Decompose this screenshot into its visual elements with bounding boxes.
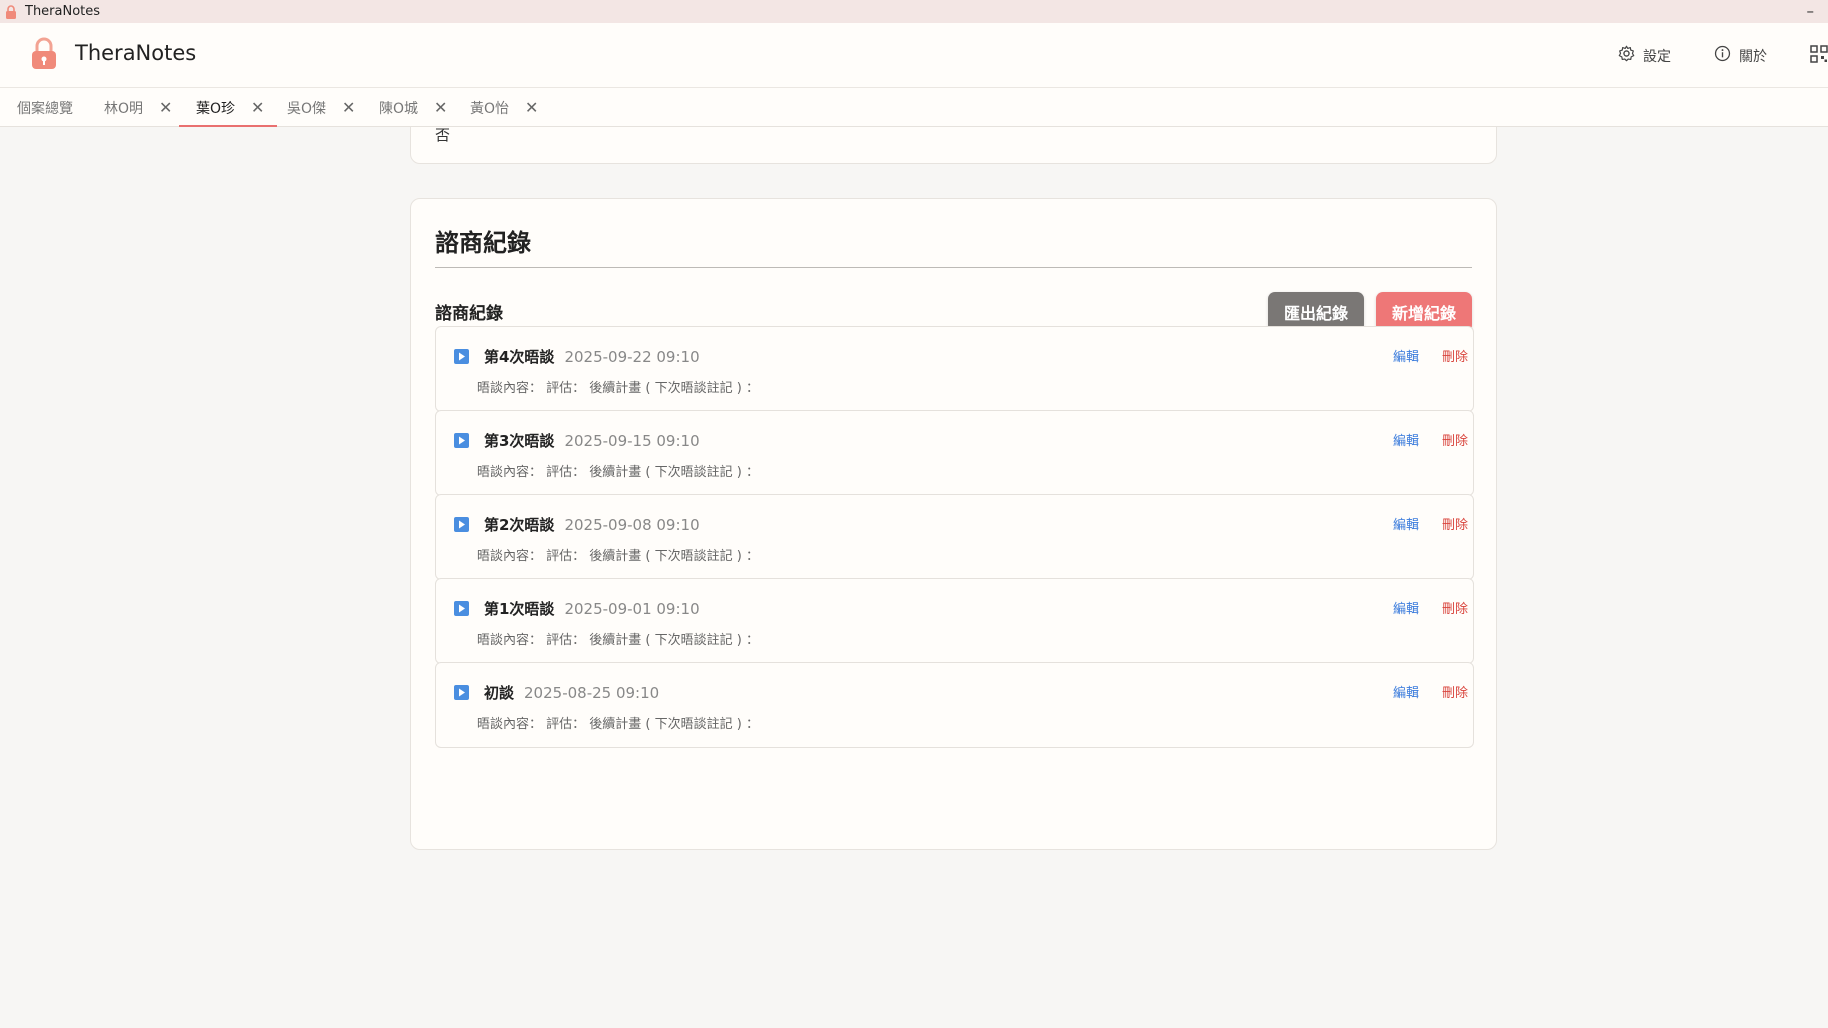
tab-label: 黃O怡 (470, 100, 510, 117)
expand-play-icon[interactable] (454, 601, 469, 616)
previous-card: 否 (410, 127, 1497, 164)
record-title-text: 第1次晤談 (484, 600, 555, 618)
expand-play-icon[interactable] (454, 349, 469, 364)
edit-link[interactable]: 編輯 (1393, 682, 1419, 701)
qr-code-icon (1810, 45, 1828, 67)
main-content[interactable]: 否 諮商紀錄 諮商紀錄 匯出紀錄 新增紀錄 第4次晤談 2025-09-22 09… (0, 127, 1828, 1028)
tab-client-2[interactable]: 葉O珍 ✕ (178, 88, 278, 127)
close-icon[interactable]: ✕ (342, 99, 355, 116)
record-title-text: 初談 (484, 684, 515, 702)
record-title-text: 第3次晤談 (484, 432, 555, 450)
close-icon[interactable]: ✕ (159, 99, 172, 116)
tab-label: 吳O傑 (287, 100, 327, 117)
edit-link[interactable]: 編輯 (1393, 514, 1419, 533)
edit-link[interactable]: 編輯 (1393, 346, 1419, 365)
record-title-text: 第2次晤談 (484, 516, 555, 534)
record-item[interactable]: 第1次晤談 2025-09-01 09:10 晤談內容： 評估： 後續計畫 ( 下… (435, 578, 1474, 664)
record-date: 2025-09-15 09:10 (564, 432, 700, 450)
tabs-bar: 個案總覽 林O明 ✕ 葉O珍 ✕ 吳O傑 ✕ 陳O城 ✕ 黃O怡 ✕ (0, 88, 1828, 127)
record-summary: 晤談內容： 評估： 後續計畫 ( 下次晤談註記 ) ： (477, 633, 759, 648)
record-title: 初談 2025-08-25 09:10 (484, 682, 659, 703)
record-date: 2025-09-22 09:10 (564, 348, 700, 366)
card-divider (435, 267, 1472, 268)
tab-client-4[interactable]: 陳O城 ✕ (379, 88, 447, 127)
tab-client-3[interactable]: 吳O傑 ✕ (287, 88, 355, 127)
record-date: 2025-08-25 09:10 (524, 684, 660, 702)
tab-client-1[interactable]: 林O明 ✕ (104, 88, 172, 127)
tab-label: 個案總覽 (17, 100, 73, 117)
settings-button[interactable]: 設定 (1618, 45, 1671, 66)
record-summary: 晤談內容： 評估： 後續計畫 ( 下次晤談註記 ) ： (477, 381, 759, 396)
app-logo-lock-icon (30, 36, 58, 72)
delete-link[interactable]: 刪除 (1442, 682, 1468, 701)
record-summary: 晤談內容： 評估： 後續計畫 ( 下次晤談註記 ) ： (477, 465, 759, 480)
previous-card-text: 否 (435, 127, 451, 144)
expand-play-icon[interactable] (454, 517, 469, 532)
section-title: 諮商紀錄 (435, 304, 503, 324)
record-title: 第1次晤談 2025-09-01 09:10 (484, 598, 700, 619)
tab-client-5[interactable]: 黃O怡 ✕ (470, 88, 538, 127)
counseling-records-card: 諮商紀錄 諮商紀錄 匯出紀錄 新增紀錄 第4次晤談 2025-09-22 09:1… (410, 198, 1497, 850)
delete-link[interactable]: 刪除 (1442, 346, 1468, 365)
edit-link[interactable]: 編輯 (1393, 598, 1419, 617)
record-title: 第4次晤談 2025-09-22 09:10 (484, 346, 700, 367)
qr-code-button[interactable] (1810, 45, 1828, 67)
record-summary: 晤談內容： 評估： 後續計畫 ( 下次晤談註記 ) ： (477, 717, 759, 732)
record-date: 2025-09-01 09:10 (564, 600, 700, 618)
app-header: TheraNotes 設定 關於 (0, 23, 1828, 88)
tab-overview[interactable]: 個案總覽 (17, 88, 73, 127)
close-icon[interactable]: ✕ (251, 99, 264, 116)
tab-label: 葉O珍 (196, 100, 236, 117)
gear-icon (1618, 45, 1643, 66)
settings-label: 設定 (1643, 48, 1671, 65)
delete-link[interactable]: 刪除 (1442, 430, 1468, 449)
record-title: 第3次晤談 2025-09-15 09:10 (484, 430, 700, 451)
window-title: TheraNotes (25, 4, 101, 19)
minimize-button[interactable]: – (1807, 2, 1815, 20)
close-icon[interactable]: ✕ (525, 99, 538, 116)
expand-play-icon[interactable] (454, 433, 469, 448)
record-item[interactable]: 第4次晤談 2025-09-22 09:10 晤談內容： 評估： 後續計畫 ( 下… (435, 326, 1474, 412)
record-item[interactable]: 第2次晤談 2025-09-08 09:10 晤談內容： 評估： 後續計畫 ( 下… (435, 494, 1474, 580)
app-lock-icon (5, 4, 19, 19)
os-titlebar: TheraNotes – (0, 0, 1828, 23)
record-title-text: 第4次晤談 (484, 348, 555, 366)
tab-label: 陳O城 (379, 100, 419, 117)
record-item[interactable]: 第3次晤談 2025-09-15 09:10 晤談內容： 評估： 後續計畫 ( 下… (435, 410, 1474, 496)
delete-link[interactable]: 刪除 (1442, 598, 1468, 617)
record-item[interactable]: 初談 2025-08-25 09:10 晤談內容： 評估： 後續計畫 ( 下次晤談… (435, 662, 1474, 748)
delete-link[interactable]: 刪除 (1442, 514, 1468, 533)
record-summary: 晤談內容： 評估： 後續計畫 ( 下次晤談註記 ) ： (477, 549, 759, 564)
expand-play-icon[interactable] (454, 685, 469, 700)
info-icon (1714, 45, 1739, 66)
app-title: TheraNotes (75, 41, 197, 65)
record-title: 第2次晤談 2025-09-08 09:10 (484, 514, 700, 535)
about-label: 關於 (1739, 48, 1767, 65)
close-icon[interactable]: ✕ (434, 99, 447, 116)
about-button[interactable]: 關於 (1714, 45, 1767, 66)
record-date: 2025-09-08 09:10 (564, 516, 700, 534)
tab-label: 林O明 (104, 100, 144, 117)
edit-link[interactable]: 編輯 (1393, 430, 1419, 449)
card-title: 諮商紀錄 (435, 229, 531, 257)
